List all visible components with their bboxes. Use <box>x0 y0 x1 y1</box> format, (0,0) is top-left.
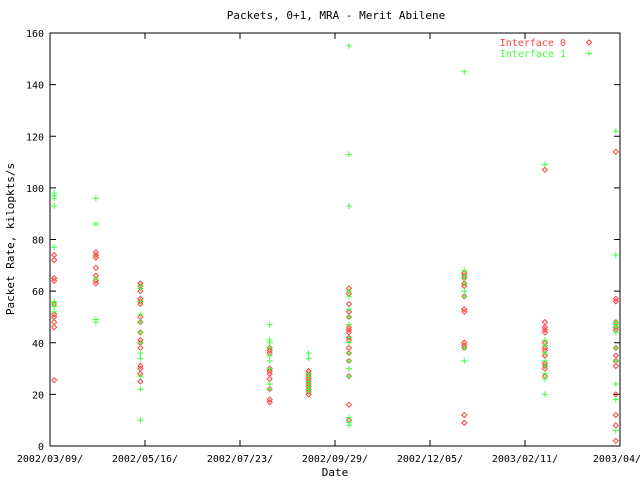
interface-1-point <box>612 381 619 388</box>
interface-1-point <box>612 344 619 351</box>
interface-0-point <box>461 411 468 419</box>
interface-1-point <box>266 357 273 364</box>
interface-1-point <box>51 244 58 251</box>
interface-1-point <box>137 350 144 357</box>
interface-1-point <box>137 417 144 424</box>
y-tick-label: 140 <box>26 81 44 92</box>
y-tick-label: 80 <box>32 236 44 247</box>
interface-1-point <box>612 251 619 258</box>
interface-1-point <box>345 357 352 364</box>
x-tick-label: 2002/03/09/ <box>17 454 83 465</box>
interface-1-point <box>51 202 58 209</box>
interface-1-point <box>461 293 468 300</box>
interface-1-point <box>345 313 352 320</box>
legend: Interface 0Interface 1 <box>500 38 593 60</box>
legend-plus-marker <box>586 50 592 57</box>
x-tick-label: 2002/07/23/ <box>207 454 273 465</box>
legend-diamond-marker <box>585 39 593 46</box>
interface-1-point <box>345 350 352 357</box>
legend-label: Interface 0 <box>500 38 566 49</box>
y-tick-label: 160 <box>26 29 44 40</box>
x-tick-label: 2003/04/2 <box>593 454 640 465</box>
interface-0-point <box>50 251 58 259</box>
interface-1-point <box>137 329 144 336</box>
interface-0-point <box>345 401 353 408</box>
y-tick-label: 20 <box>32 390 44 401</box>
interface-1-point <box>345 365 352 372</box>
interface-0-point <box>612 437 620 445</box>
interface-1-point <box>266 321 273 328</box>
interface-1-point <box>541 391 548 398</box>
interface-0-point <box>345 344 353 352</box>
legend-label: Interface 1 <box>500 49 566 60</box>
y-tick-label: 0 <box>38 442 44 453</box>
interface-1-point <box>266 381 273 388</box>
y-axis-label: Packet Rate, kilopkts/s <box>4 163 17 315</box>
interface-1-point <box>92 195 99 202</box>
y-tick-label: 40 <box>32 339 44 350</box>
interface-1-point <box>266 386 273 393</box>
interface-0-point <box>50 256 58 264</box>
interface-1-point <box>92 221 99 228</box>
interface-1-point <box>137 386 144 393</box>
interface-1-point <box>461 68 468 75</box>
interface-1-point <box>137 355 144 362</box>
interface-0-point <box>345 300 353 308</box>
x-tick-label: 2002/12/05/ <box>397 454 463 465</box>
interface-0-point <box>461 419 468 426</box>
interface-1-point <box>612 396 619 403</box>
interface-0-point <box>612 362 620 370</box>
data-points <box>50 42 620 445</box>
interface-0-point <box>137 344 144 352</box>
interface-1-point <box>461 357 468 364</box>
x-axis-label: Date <box>322 466 349 479</box>
interface-0-point <box>50 318 58 326</box>
interface-0-point <box>541 318 549 326</box>
interface-0-point <box>541 166 549 174</box>
interface-1-point <box>345 151 352 158</box>
interface-1-point <box>612 427 619 434</box>
interface-1-point <box>345 373 352 380</box>
interface-0-point <box>612 411 620 419</box>
interface-0-point <box>612 352 620 359</box>
interface-0-point <box>612 148 620 155</box>
interface-1-point <box>137 319 144 326</box>
interface-0-point <box>612 422 620 429</box>
interface-1-point <box>612 128 619 135</box>
chart-title: Packets, 0+1, MRA - Merit Abilene <box>227 9 446 22</box>
x-tick-label: 2002/05/16/ <box>112 454 178 465</box>
interface-0-point <box>50 324 58 331</box>
axes: 0 20 40 60 80 100 120 140 160 2002/03/09/2002/05/… <box>17 29 640 465</box>
interface-1-point <box>612 357 619 364</box>
y-tick-label: 100 <box>26 184 44 195</box>
x-tick-label: 2003/02/11/ <box>492 454 558 465</box>
interface-0-point <box>266 375 273 383</box>
interface-0-point <box>92 264 100 272</box>
interface-0-point <box>50 376 58 384</box>
plot-frame <box>49 32 621 447</box>
interface-1-point <box>541 161 548 168</box>
y-tick-label: 60 <box>32 287 44 298</box>
x-tick-label: 2002/09/29/ <box>302 454 368 465</box>
interface-1-point <box>305 350 312 357</box>
scatter-chart: Packets, 0+1, MRA - Merit Abilene Packet… <box>4 9 640 479</box>
interface-1-point <box>461 288 468 295</box>
interface-1-point <box>345 42 352 49</box>
y-tick-label: 120 <box>26 132 44 143</box>
interface-1-point <box>345 202 352 209</box>
interface-1-point <box>305 355 312 362</box>
interface-0-point <box>137 378 144 385</box>
